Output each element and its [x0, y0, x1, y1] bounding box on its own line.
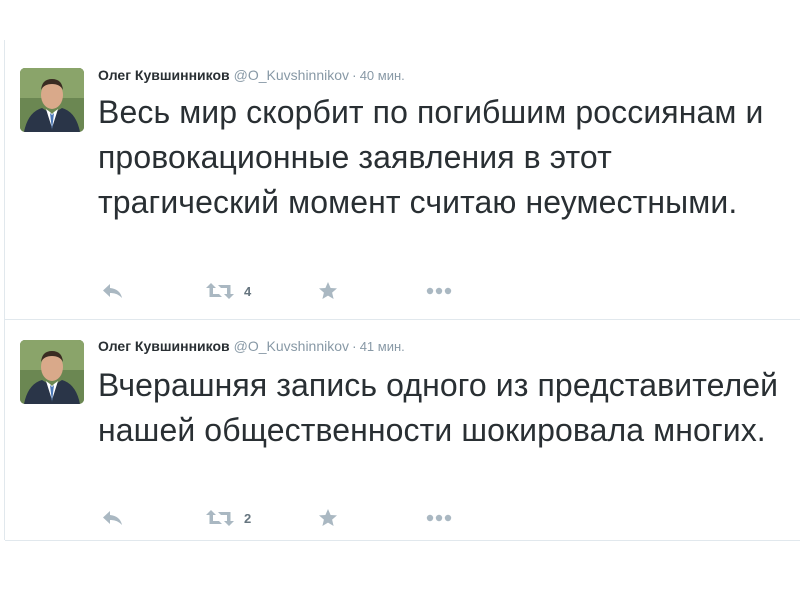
more-dots-icon [426, 287, 452, 295]
tweet-text: Вчерашняя запись одного из представителе… [98, 367, 779, 448]
more-button[interactable] [426, 506, 452, 530]
reply-icon [103, 511, 122, 525]
retweet-icon [206, 283, 234, 299]
favorite-button[interactable] [318, 506, 338, 530]
tweet-actions: 2 [98, 506, 498, 530]
tweet-header: Олег Кувшинников @O_Kuvshinnikov · 40 мин. [98, 65, 405, 85]
tweet[interactable]: Олег Кувшинников @O_Kuvshinnikov · 41 мин. … [0, 321, 800, 541]
tweet[interactable]: Олег Кувшинников @O_Kuvshinnikov · 40 мин. … [0, 0, 800, 320]
header-separator: · [352, 67, 357, 83]
tweet-header: Олег Кувшинников @O_Kuvshinnikov · 41 мин. [98, 336, 405, 356]
header-separator: · [352, 338, 357, 354]
star-icon [319, 282, 337, 299]
retweet-icon [206, 510, 234, 526]
reply-button[interactable] [102, 506, 124, 530]
tweet-timestamp[interactable]: 40 мин. [360, 68, 405, 83]
tweet-text: Весь мир скорбит по погибшим россиянам и… [98, 94, 764, 220]
retweet-button[interactable]: 4 [206, 279, 251, 303]
reply-icon [103, 284, 122, 298]
more-dots-icon [426, 514, 452, 522]
author-name[interactable]: Олег Кувшинников [98, 338, 230, 354]
avatar[interactable] [20, 68, 84, 132]
tweet-timeline: Олег Кувшинников @O_Kuvshinnikov · 40 мин. … [0, 0, 800, 601]
avatar[interactable] [20, 340, 84, 404]
reply-button[interactable] [102, 279, 124, 303]
retweet-count: 2 [244, 510, 252, 526]
tweet-timestamp[interactable]: 41 мин. [360, 339, 405, 354]
author-username[interactable]: @O_Kuvshinnikov [234, 67, 349, 83]
more-button[interactable] [426, 279, 452, 303]
favorite-button[interactable] [318, 279, 338, 303]
tweet-actions: 4 [98, 279, 498, 303]
star-icon [319, 509, 337, 526]
retweet-button[interactable]: 2 [206, 506, 251, 530]
tweet-divider [5, 540, 800, 541]
retweet-count: 4 [244, 283, 252, 299]
author-name[interactable]: Олег Кувшинников [98, 67, 230, 83]
tweet-divider [5, 319, 800, 320]
author-username[interactable]: @O_Kuvshinnikov [234, 338, 349, 354]
